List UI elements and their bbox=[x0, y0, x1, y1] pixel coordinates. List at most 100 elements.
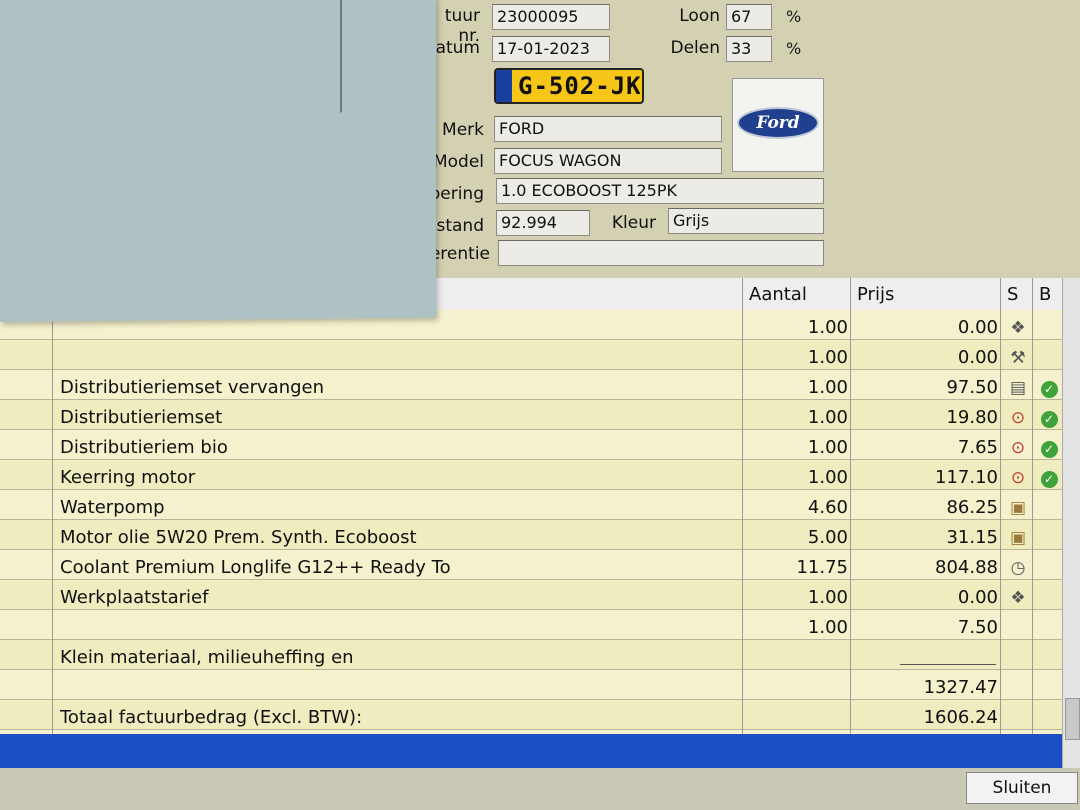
table-row[interactable]: 1327.47 bbox=[0, 670, 1062, 700]
row-quantity bbox=[748, 700, 848, 730]
row-description bbox=[60, 340, 740, 370]
delen-percent: % bbox=[786, 39, 802, 58]
tag-icon: ❖ bbox=[1010, 318, 1026, 338]
row-quantity: 1.00 bbox=[807, 467, 848, 488]
table-row[interactable]: Klein materiaal, milieuheffing en bbox=[0, 640, 1062, 670]
table-row[interactable]: Distributieriemset vervangen 1.00 97.50 ▤ ✓ bbox=[0, 370, 1062, 400]
table-row[interactable]: Waterpomp 4.60 86.25 ▣ bbox=[0, 490, 1062, 520]
loon-field[interactable]: 67 bbox=[726, 4, 772, 30]
divider bbox=[742, 310, 743, 784]
check-mark: ✓ bbox=[1040, 471, 1058, 488]
table-row[interactable]: Distributieriem bio 1.00 7.65 ⊙ ✓ bbox=[0, 430, 1062, 460]
kleur-label: Kleur bbox=[611, 213, 656, 233]
row-description: Distributieriemset bbox=[60, 407, 223, 428]
row-quantity: 11.75 bbox=[796, 557, 848, 578]
merk-field[interactable]: FORD bbox=[494, 116, 722, 142]
row-description: Keerring motor bbox=[60, 467, 196, 488]
check-mark: ✓ bbox=[1040, 381, 1058, 398]
row-price: 19.80 bbox=[946, 407, 998, 428]
eu-flag-icon bbox=[496, 70, 512, 102]
col-b[interactable]: B bbox=[1032, 278, 1062, 310]
table-row[interactable]: Motor olie 5W20 Prem. Synth. Ecoboost 5.0… bbox=[0, 520, 1062, 550]
row-description: Waterpomp bbox=[60, 497, 165, 518]
box-icon: ▣ bbox=[1009, 498, 1027, 518]
invoice-number-field[interactable]: 23000095 bbox=[492, 4, 610, 30]
table-row[interactable]: Werkplaatstarief 1.00 0.00 ❖ bbox=[0, 580, 1062, 610]
part-icon: ⊙ bbox=[1010, 408, 1026, 428]
referentie-field[interactable] bbox=[498, 240, 824, 266]
km-stand-field[interactable]: 92.994 bbox=[496, 210, 590, 236]
table-row[interactable]: 1.00 0.00 ⚒ bbox=[0, 340, 1062, 370]
row-price: 0.00 bbox=[957, 317, 998, 338]
bottom-toolbar bbox=[0, 768, 1080, 810]
divider bbox=[1032, 310, 1033, 784]
row-description: Distributieriem bio bbox=[60, 437, 228, 458]
row-quantity: 1.00 bbox=[807, 407, 848, 428]
row-quantity: 1.00 bbox=[807, 587, 848, 608]
uitvoering-field[interactable]: 1.0 ECOBOOST 125PK bbox=[496, 178, 824, 204]
subtotal-line bbox=[900, 664, 996, 665]
part-icon: ⊙ bbox=[1010, 438, 1026, 458]
divider bbox=[850, 310, 851, 784]
check-icon: ✓ bbox=[1036, 370, 1062, 400]
loon-percent: % bbox=[786, 7, 802, 26]
vertical-scrollbar[interactable] bbox=[1062, 278, 1080, 768]
model-field[interactable]: FOCUS WAGON bbox=[494, 148, 722, 174]
invoice-lines-table: Aantal Prijs S B 1.00 0.00 ❖ 1.00 0.00 ⚒ Distr… bbox=[0, 278, 1062, 784]
catalog-icon: ▤ bbox=[1009, 378, 1027, 398]
license-plate: G-502-JK bbox=[494, 68, 644, 104]
row-price: 7.65 bbox=[957, 437, 998, 458]
check-mark: ✓ bbox=[1040, 411, 1058, 428]
row-price: 0.00 bbox=[957, 587, 998, 608]
row-price: 86.25 bbox=[946, 497, 998, 518]
check-mark: ✓ bbox=[1040, 441, 1058, 458]
row-price: 0.00 bbox=[957, 347, 998, 368]
row-description: Coolant Premium Longlife G12++ Ready To bbox=[60, 557, 451, 578]
box-icon: ▣ bbox=[1009, 528, 1027, 548]
row-quantity: 1.00 bbox=[807, 317, 848, 338]
selected-row-highlight[interactable] bbox=[0, 734, 1062, 768]
row-price bbox=[856, 640, 998, 670]
table-row[interactable]: Coolant Premium Longlife G12++ Ready To 1… bbox=[0, 550, 1062, 580]
row-price: 1606.24 bbox=[923, 707, 998, 728]
row-description: Distributieriemset vervangen bbox=[60, 377, 325, 398]
row-quantity: 1.00 bbox=[807, 377, 848, 398]
check-icon: ✓ bbox=[1036, 400, 1062, 430]
delen-field[interactable]: 33 bbox=[726, 36, 772, 62]
col-aantal[interactable]: Aantal bbox=[742, 278, 850, 310]
ford-logo-icon: Ford bbox=[737, 107, 819, 139]
kleur-field[interactable]: Grijs bbox=[668, 208, 824, 234]
row-price: 1327.47 bbox=[923, 677, 998, 698]
scrollbar-thumb[interactable] bbox=[1065, 698, 1080, 740]
check-icon: ✓ bbox=[1036, 460, 1062, 490]
table-row[interactable]: Distributieriemset 1.00 19.80 ⊙ ✓ bbox=[0, 400, 1062, 430]
row-quantity bbox=[748, 640, 848, 670]
row-quantity bbox=[748, 670, 848, 700]
row-price: 7.50 bbox=[957, 617, 998, 638]
row-price: 804.88 bbox=[935, 557, 998, 578]
row-quantity: 1.00 bbox=[807, 437, 848, 458]
table-row[interactable]: Keerring motor 1.00 117.10 ⊙ ✓ bbox=[0, 460, 1062, 490]
sticky-note bbox=[0, 0, 436, 323]
table-row[interactable]: 1.00 7.50 bbox=[0, 610, 1062, 640]
row-price: 117.10 bbox=[935, 467, 998, 488]
row-description: Motor olie 5W20 Prem. Synth. Ecoboost bbox=[60, 527, 417, 548]
check-icon: ✓ bbox=[1036, 430, 1062, 460]
date-field[interactable]: 17-01-2023 bbox=[492, 36, 610, 62]
divider bbox=[52, 310, 53, 784]
table-row[interactable]: Totaal factuurbedrag (Excl. BTW): 1606.24 bbox=[0, 700, 1062, 730]
col-prijs[interactable]: Prijs bbox=[850, 278, 1000, 310]
divider bbox=[1000, 310, 1001, 784]
delen-label: Delen bbox=[670, 38, 720, 58]
row-description bbox=[60, 610, 740, 640]
row-description: Werkplaatstarief bbox=[60, 587, 209, 608]
row-quantity: 1.00 bbox=[807, 347, 848, 368]
row-quantity: 5.00 bbox=[807, 527, 848, 548]
divider bbox=[340, 0, 342, 113]
row-description: Totaal factuurbedrag (Excl. BTW): bbox=[60, 707, 363, 728]
col-s[interactable]: S bbox=[1000, 278, 1032, 310]
tools-icon: ⚒ bbox=[1010, 348, 1026, 368]
row-description bbox=[60, 670, 740, 700]
part-icon: ⊙ bbox=[1010, 468, 1026, 488]
close-button[interactable]: Sluiten bbox=[966, 772, 1078, 804]
